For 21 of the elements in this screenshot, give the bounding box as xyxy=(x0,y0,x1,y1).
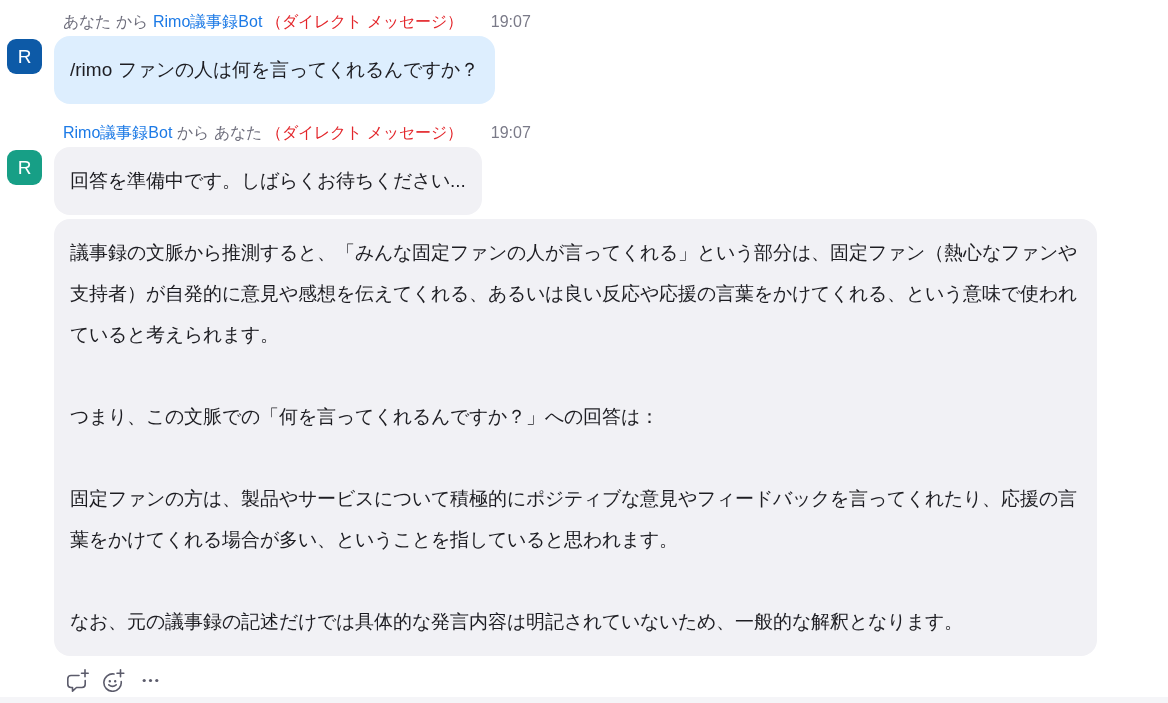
recipient-name: Rimo議事録Bot xyxy=(153,12,263,32)
timestamp: 19:07 xyxy=(490,12,531,32)
recipient-name: あなた xyxy=(214,123,263,143)
message-text: 議事録の文脈から推測すると、「みんな固定ファンの人が言ってくれる」という部分は、固定ファン（熱心なファンや支持者）が自発的に意見や感想を伝えてくれる、あるいは良い反応や応援の言葉をかけてくれる、という意味で使われていると考えられます。 xyxy=(70,241,1078,347)
timestamp: 19:07 xyxy=(490,123,531,143)
message-text: なお、元の議事録の記述だけでは具体的な発言内容は明記されていないため、一般的な解釈となります。 xyxy=(70,610,964,634)
more-icon[interactable] xyxy=(142,678,159,683)
avatar: R xyxy=(7,150,42,185)
message-text: 固定ファンの方は、製品やサービスについて積極的にポジティブな意見やフィードバックを言ってくれたり、応援の言葉をかけてくれる場合が多い、ということを指していると思われます。 xyxy=(70,487,1078,552)
comment-plus-icon[interactable] xyxy=(67,669,89,692)
message-text: つまり、この文脈での「何を言ってくれるんですか？」への回答は： xyxy=(70,405,660,429)
from-label: から xyxy=(177,123,210,143)
smiley-plus-icon[interactable] xyxy=(103,669,125,692)
message-text: /rimo ファンの人は何を言ってくれるんですか？ xyxy=(70,58,479,82)
message-text: 回答を準備中です。しばらくお待ちください... xyxy=(70,169,466,193)
from-label: から xyxy=(116,12,148,32)
channel-label: （ダイレクト メッセージ） xyxy=(266,123,463,143)
sender-name: Rimo議事録Bot xyxy=(63,123,173,143)
avatar: R xyxy=(7,39,42,74)
sender-name: あなた xyxy=(63,12,111,32)
channel-label: （ダイレクト メッセージ） xyxy=(266,12,463,32)
